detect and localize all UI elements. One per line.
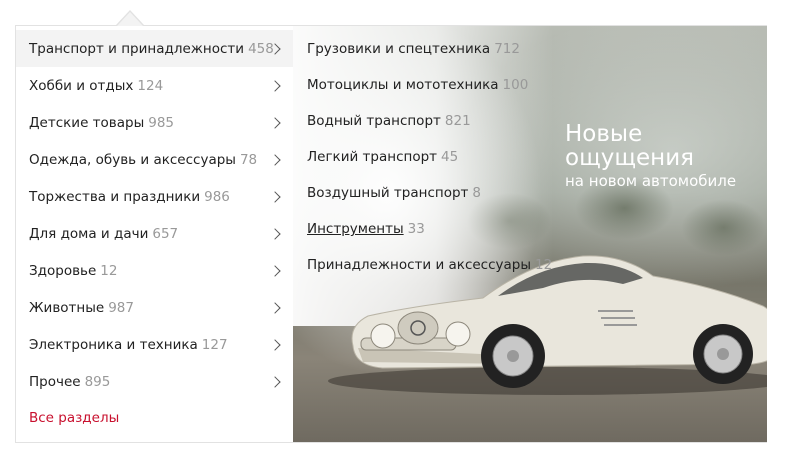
category-label: Животные	[29, 299, 105, 316]
chevron-right-icon	[269, 153, 281, 166]
chevron-right-icon	[269, 301, 281, 314]
category-item-clothing[interactable]: Одежда, обувь и аксессуары 78	[16, 141, 293, 178]
subcategory-label: Мотоциклы и мототехника	[307, 77, 499, 93]
chevron-right-icon	[269, 227, 281, 240]
subcategory-item-light[interactable]: Легкий транспорт 45	[307, 149, 458, 165]
subcategory-label: Грузовики и спецтехника	[307, 41, 491, 57]
subcategory-item-accessories[interactable]: Принадлежности и аксессуары 12	[307, 257, 552, 273]
subcategory-label: Инструменты	[307, 221, 404, 237]
subcategory-count: 45	[441, 149, 459, 165]
promo-subtitle: на новом автомобиле	[565, 172, 737, 190]
category-item-animals[interactable]: Животные 987	[16, 289, 293, 326]
category-count: 657	[152, 225, 179, 242]
category-item-electronics[interactable]: Электроника и техника 127	[16, 326, 293, 363]
subcategory-count: 8	[472, 185, 481, 201]
chevron-right-icon	[269, 375, 281, 388]
category-label: Транспорт и принадлежности	[29, 40, 245, 57]
promo-title-line2: ощущения	[565, 145, 694, 171]
subcategory-count: 12	[535, 257, 553, 273]
category-item-other[interactable]: Прочее 895	[16, 363, 293, 400]
dropdown-caret-inner	[117, 12, 143, 26]
subcategory-count: 100	[502, 77, 529, 93]
subcategory-count: 712	[494, 41, 520, 57]
category-dropdown: Транспорт и принадлежности 458 Хобби и от…	[15, 12, 767, 443]
chevron-right-icon	[269, 338, 281, 351]
chevron-right-icon	[269, 264, 281, 277]
category-item-celebrations[interactable]: Торжества и праздники 986	[16, 178, 293, 215]
category-list: Транспорт и принадлежности 458 Хобби и от…	[16, 26, 293, 442]
subcategory-count: 33	[407, 221, 425, 237]
subcategory-item-motorcycles[interactable]: Мотоциклы и мототехника 100	[307, 77, 528, 93]
subcategory-item-trucks[interactable]: Грузовики и спецтехника 712	[307, 41, 520, 57]
category-item-home[interactable]: Для дома и дачи 657	[16, 215, 293, 252]
category-count: 987	[108, 299, 134, 316]
chevron-right-icon	[269, 79, 281, 92]
subcategory-item-tools[interactable]: Инструменты 33	[307, 221, 425, 237]
subcategory-label: Принадлежности и аксессуары	[307, 257, 532, 273]
subcategory-label: Воздушный транспорт	[307, 185, 469, 201]
subcategory-label: Водный транспорт	[307, 113, 441, 129]
category-label: Здоровье	[29, 262, 97, 279]
subcategory-item-air[interactable]: Воздушный транспорт 8	[307, 185, 481, 201]
category-label: Электроника и техника	[29, 336, 198, 353]
category-item-transport[interactable]: Транспорт и принадлежности 458	[16, 30, 293, 67]
category-count: 127	[201, 336, 228, 353]
category-label: Одежда, обувь и аксессуары	[29, 151, 236, 168]
category-count: 985	[148, 114, 175, 131]
category-label: Детские товары	[29, 114, 145, 131]
category-label: Хобби и отдых	[29, 77, 134, 94]
promo-title-line1: Новые	[565, 121, 643, 147]
chevron-right-icon	[269, 116, 281, 129]
subcategory-panel: Грузовики и спецтехника 712 Мотоциклы и м…	[293, 26, 767, 442]
category-label: Для дома и дачи	[29, 225, 149, 242]
promo-banner[interactable]: Новые ощущения на новом автомобиле	[565, 122, 736, 190]
subcategory-count: 821	[444, 113, 471, 129]
category-item-kids[interactable]: Детские товары 985	[16, 104, 293, 141]
category-count: 78	[239, 151, 258, 168]
category-label: Прочее	[29, 373, 81, 390]
chevron-right-icon	[269, 190, 281, 203]
subcategory-item-water[interactable]: Водный транспорт 821	[307, 113, 471, 129]
all-sections-link[interactable]: Все разделы	[29, 410, 119, 426]
category-count: 12	[100, 262, 118, 279]
category-label: Торжества и праздники	[29, 188, 201, 205]
category-count: 895	[84, 373, 111, 390]
subcategory-label: Легкий транспорт	[307, 149, 438, 165]
category-count: 986	[204, 188, 230, 205]
category-item-hobby[interactable]: Хобби и отдых 124	[16, 67, 293, 104]
category-count: 124	[137, 77, 164, 94]
category-item-health[interactable]: Здоровье 12	[16, 252, 293, 289]
